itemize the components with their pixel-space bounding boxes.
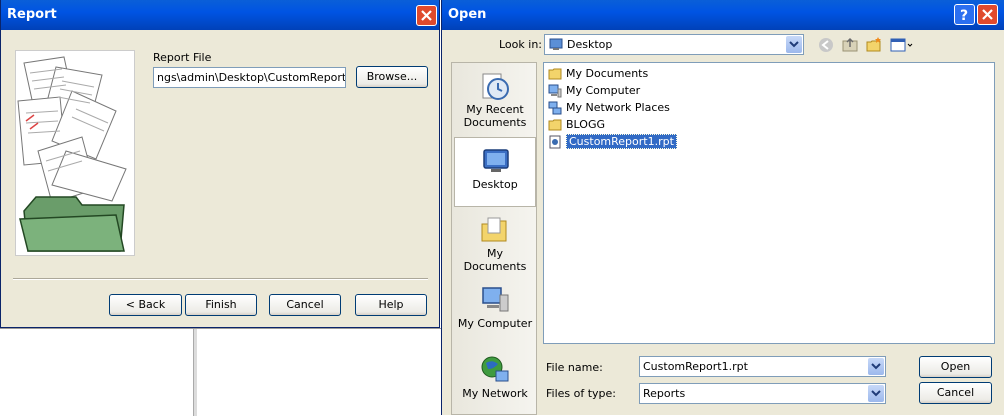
views-menu-icon[interactable] (890, 37, 914, 53)
file-list[interactable]: My Documents My Computer My Network Plac… (543, 62, 995, 344)
finish-button[interactable]: Finish (185, 294, 257, 316)
open-button[interactable]: Open (919, 356, 992, 378)
report-file-label: Report File (153, 51, 212, 64)
toolbar (818, 36, 918, 54)
divider-line (193, 329, 197, 416)
places-bar: My Recent Documents Desktop My Documents… (451, 62, 537, 415)
list-item-my-network-places[interactable]: My Network Places (548, 100, 670, 116)
report-file-icon (549, 135, 561, 149)
report-title: Report (7, 7, 57, 22)
folder-icon (548, 68, 562, 80)
help-button[interactable]: Help (355, 294, 427, 316)
report-cancel-button[interactable]: Cancel (269, 294, 341, 316)
chevron-down-icon[interactable] (868, 385, 884, 402)
place-my-computer[interactable]: My Computer (454, 277, 536, 347)
documents-folder-icon (481, 217, 507, 242)
open-title: Open (448, 7, 487, 22)
list-item-customreport1[interactable]: CustomReport1.rpt (548, 134, 677, 150)
folder-icon (548, 119, 562, 131)
open-cancel-button[interactable]: Cancel (919, 382, 992, 404)
back-button[interactable]: < Back (109, 294, 182, 316)
computer-icon (548, 84, 562, 98)
browse-button[interactable]: Browse... (356, 66, 428, 88)
svg-text:?: ? (960, 8, 968, 24)
files-of-type-value: Reports (643, 387, 686, 400)
place-label: My Network (462, 387, 528, 400)
file-name-value: CustomReport1.rpt (643, 360, 748, 373)
back-arrow-icon[interactable] (818, 37, 834, 53)
file-name-label: File name: (546, 361, 603, 374)
list-item-my-computer[interactable]: My Computer (548, 83, 640, 99)
place-my-documents[interactable]: My Documents (454, 207, 536, 277)
up-folder-icon[interactable] (842, 37, 858, 53)
report-window: Report Report File ngs\admin\Desktop\Cus… (0, 0, 440, 328)
documents-folder-image (17, 56, 127, 252)
place-label: My Computer (457, 317, 533, 330)
selected-item-label: CustomReport1.rpt (566, 134, 677, 149)
report-file-input[interactable]: ngs\admin\Desktop\CustomReport1.rpt (153, 67, 346, 88)
close-icon (982, 9, 993, 20)
report-titlebar: Report (1, 0, 439, 30)
look-in-label: Look in: (499, 38, 542, 51)
files-of-type-select[interactable]: Reports (639, 383, 886, 404)
place-my-recent-documents[interactable]: My Recent Documents (454, 63, 536, 133)
report-illustration (15, 50, 135, 256)
chevron-down-icon[interactable] (868, 358, 884, 375)
recent-documents-icon (482, 73, 509, 100)
files-of-type-label: Files of type: (546, 387, 617, 400)
open-titlebar: Open ? (442, 0, 1004, 30)
place-label: My Documents (463, 247, 527, 273)
computer-icon (482, 287, 509, 312)
list-item-my-documents[interactable]: My Documents (548, 66, 648, 82)
network-icon (548, 101, 562, 115)
desktop-icon (483, 149, 509, 172)
place-label: My Recent Documents (463, 103, 527, 129)
network-globe-icon (481, 356, 509, 382)
look-in-select[interactable]: Desktop (544, 34, 804, 55)
question-icon: ? (960, 8, 968, 24)
desktop-icon (549, 38, 563, 50)
new-folder-icon[interactable] (866, 37, 882, 53)
look-in-value: Desktop (567, 38, 613, 51)
file-name-input[interactable]: CustomReport1.rpt (639, 356, 886, 377)
place-label: Desktop (472, 178, 518, 191)
list-item-blogg[interactable]: BLOGG (548, 117, 605, 133)
report-close-button[interactable] (416, 5, 437, 26)
open-close-button[interactable] (977, 4, 998, 25)
open-dialog: Open ? Look in: Desktop My Recent Docume… (441, 0, 1004, 415)
chevron-down-icon[interactable] (786, 36, 802, 53)
close-icon (421, 10, 432, 21)
open-help-button[interactable]: ? (954, 4, 975, 25)
place-my-network[interactable]: My Network (454, 347, 536, 417)
background-window (0, 328, 441, 416)
place-desktop[interactable]: Desktop (454, 137, 536, 207)
report-separator (13, 278, 428, 280)
